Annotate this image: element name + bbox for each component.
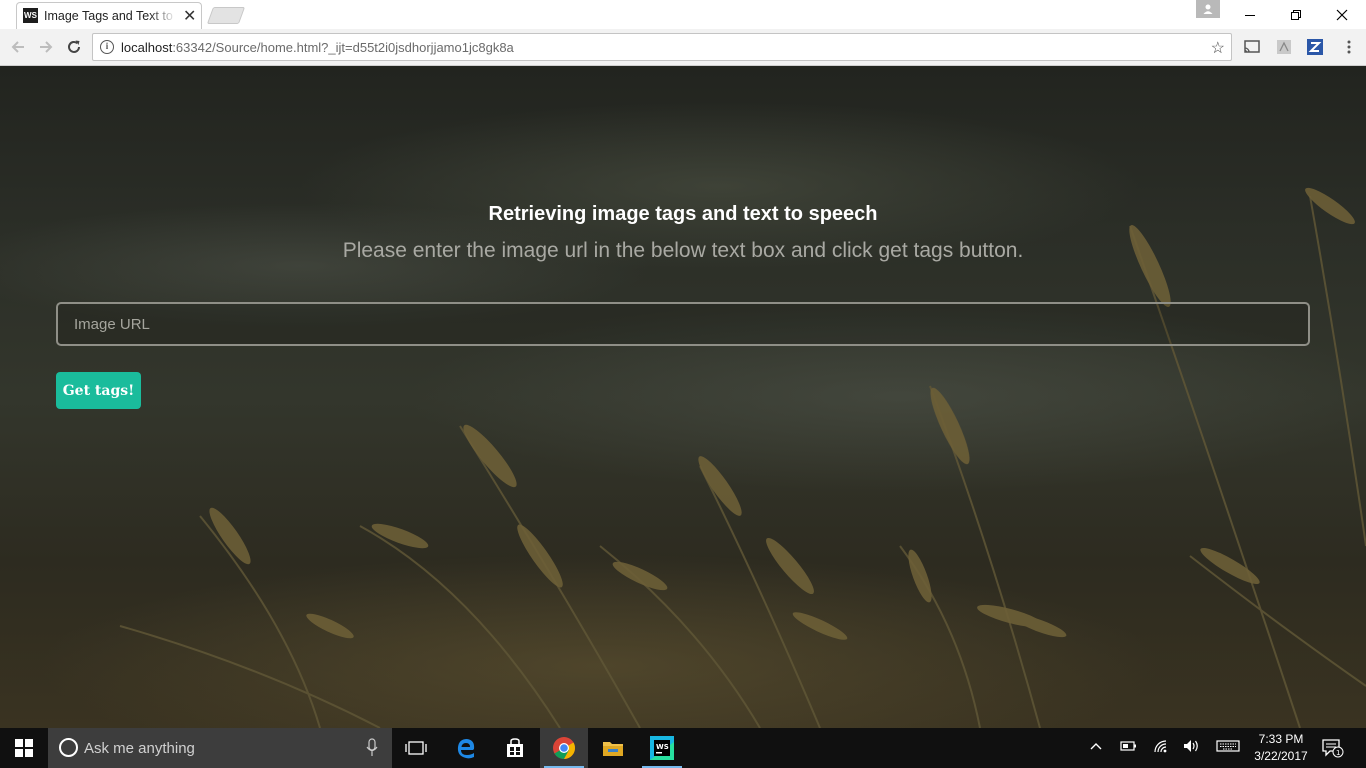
user-icon [1203,4,1213,14]
start-button[interactable] [0,728,48,768]
windows-taskbar: Ask me anything WS 7:33 PM 3/22/2017 1 [0,728,1366,768]
minimize-icon [1245,14,1255,16]
close-window-button[interactable] [1319,0,1365,29]
keyboard-icon[interactable] [1216,739,1240,756]
edge-button[interactable] [442,728,490,768]
reload-icon [68,40,80,53]
info-icon[interactable]: i [100,40,114,54]
clock-time: 7:33 PM [1258,732,1304,746]
close-icon [1336,9,1348,20]
action-center-button[interactable]: 1 [1322,738,1344,763]
notification-count: 1 [1336,749,1340,757]
minimize-button[interactable] [1227,0,1273,29]
z-extension-icon[interactable] [1307,39,1323,55]
webstorm-icon: WS [650,736,674,760]
tab-close-icon[interactable]: ✕ [183,6,196,26]
battery-icon[interactable] [1120,739,1138,756]
chrome-icon [553,737,575,759]
clock-date: 3/22/2017 [1254,749,1308,763]
task-view-button[interactable] [392,728,440,768]
chrome-button[interactable] [540,728,588,768]
wheat-field-background [119,187,1366,728]
browser-tab[interactable]: WS Image Tags and Text to Speech ✕ [16,2,202,29]
url-text[interactable]: localhost:63342/Source/home.html?_ijt=d5… [121,40,514,55]
cortana-search-box[interactable]: Ask me anything [48,728,392,768]
show-hidden-icons-chevron-icon[interactable] [1089,739,1103,756]
browser-toolbar: i localhost:63342/Source/home.html?_ijt=… [0,29,1366,66]
cortana-icon [59,738,78,757]
cast-icon[interactable] [1244,39,1260,55]
browser-titlebar: WS Image Tags and Text to Speech ✕ [0,0,1366,29]
file-explorer-icon [603,742,623,756]
tab-title: Image Tags and Text to Speech [44,9,176,23]
back-button[interactable] [8,37,28,57]
windows-logo-icon [15,739,33,757]
back-arrow-icon [11,41,24,53]
volume-icon[interactable] [1183,739,1201,756]
restore-button[interactable] [1273,0,1319,29]
webstorm-favicon-icon: WS [23,8,38,23]
store-icon [507,738,523,757]
new-tab-button[interactable] [206,7,246,24]
task-view-icon [405,741,427,755]
system-clock[interactable]: 7:33 PM 3/22/2017 [1250,731,1312,765]
file-explorer-button[interactable] [589,728,637,768]
forward-button[interactable] [36,37,56,57]
svg-text:WS: WS [656,743,669,751]
image-url-input[interactable] [56,302,1310,346]
pdf-extension-icon[interactable] [1276,39,1292,55]
notification-icon: 1 [1322,739,1344,758]
page-content: Retrieving image tags and text to speech… [0,66,1366,728]
menu-kebab-icon[interactable] [1341,39,1357,55]
webstorm-button[interactable]: WS [638,728,686,768]
get-tags-button[interactable]: Get tags! [56,372,141,409]
network-icon[interactable] [1153,739,1171,756]
microphone-icon[interactable] [366,738,378,758]
edge-icon [457,739,475,759]
url-host: localhost [121,40,173,55]
url-path: :63342/Source/home.html?_ijt=d55t2i0jsdh… [172,40,514,55]
page-subheading: Please enter the image url in the below … [342,239,1024,262]
bookmark-star-icon[interactable]: ☆ [1211,38,1225,58]
reload-button[interactable] [64,37,84,57]
forward-arrow-icon [40,41,53,53]
address-bar[interactable]: i localhost:63342/Source/home.html?_ijt=… [92,33,1232,61]
store-button[interactable] [491,728,539,768]
restore-icon [1291,9,1301,20]
page-heading: Retrieving image tags and text to speech [488,203,878,225]
profile-button[interactable] [1196,0,1220,18]
search-placeholder: Ask me anything [84,740,195,757]
